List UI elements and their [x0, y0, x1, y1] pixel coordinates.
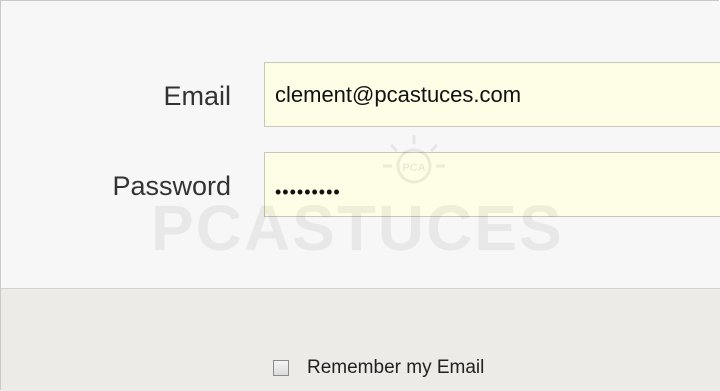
remember-email-checkbox[interactable] [273, 360, 289, 376]
password-field[interactable]: ••••••••• [264, 152, 720, 217]
email-field[interactable]: clement@pcastuces.com [264, 62, 720, 127]
credentials-area: Email clement@pcastuces.com Password •••… [1, 1, 720, 289]
remember-email-option[interactable]: Remember my Email [273, 357, 484, 379]
email-label: Email [163, 81, 231, 111]
password-label: Password [112, 171, 231, 201]
password-masked-value: ••••••••• [275, 182, 341, 202]
login-panel: Email clement@pcastuces.com Password •••… [0, 0, 720, 391]
remember-email-label[interactable]: Remember my Email [307, 357, 484, 379]
